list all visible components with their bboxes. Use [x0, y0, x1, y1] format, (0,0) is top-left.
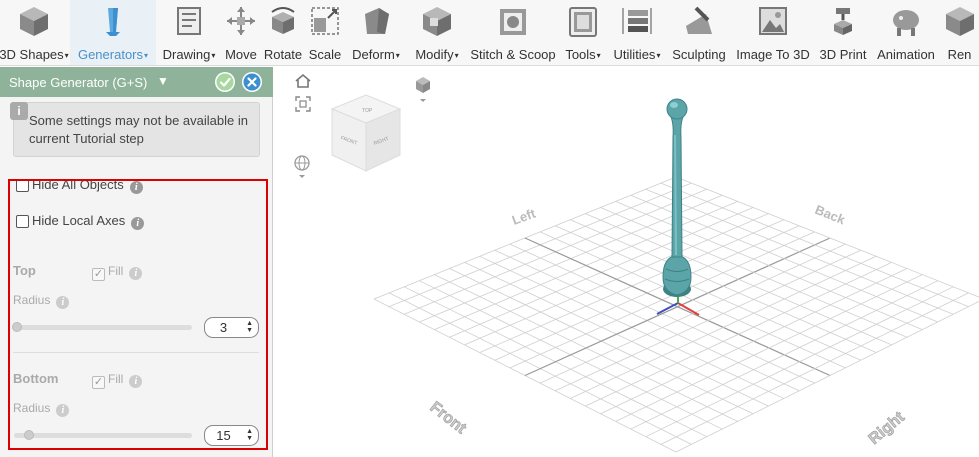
toolbar-animation-button[interactable]: Animation	[870, 0, 942, 65]
panel-title: Shape Generator (G+S)	[9, 75, 148, 90]
toolbar-label: Sculpting	[672, 47, 726, 62]
checkmark-icon	[216, 73, 234, 91]
stitch-scoop-icon	[500, 9, 526, 35]
toolbar-move-button[interactable]: Move	[222, 0, 260, 65]
toolbar-label: Rotate	[263, 47, 303, 62]
toolbar-label: 3D Shapes▾	[0, 47, 69, 62]
toolbar-label: Move	[225, 47, 257, 62]
cube-icon	[20, 7, 48, 36]
toolbar-label: Animation	[877, 47, 935, 62]
info-icon: i	[10, 102, 28, 120]
image-to-3d-icon	[759, 7, 787, 35]
dropdown-caret-icon: ▾	[211, 51, 216, 61]
utilities-icon	[622, 8, 652, 34]
modify-icon	[423, 7, 451, 36]
close-button[interactable]	[242, 72, 262, 92]
main-toolbar: 3D Shapes▾ Generators▾ Drawing▾ Move Rotate S…	[0, 0, 979, 66]
toolbar-label: Scale	[308, 47, 342, 62]
toolbar-label: Ren	[947, 47, 972, 62]
3d-viewport[interactable]: Left Back Front Right TOP FRONT RIGHT	[274, 67, 979, 457]
toolbar-sculpting-button[interactable]: Sculpting	[668, 0, 730, 65]
grid-line	[675, 176, 979, 298]
deform-icon	[365, 8, 389, 34]
sculpting-icon	[686, 6, 712, 34]
panel-menu-caret-icon[interactable]: ▼	[157, 74, 169, 88]
confirm-button[interactable]	[215, 72, 235, 92]
toolbar-label: 3D Print	[819, 47, 867, 62]
grid-line	[645, 188, 954, 315]
grid-line	[660, 292, 969, 445]
scale-icon	[311, 7, 339, 35]
drawing-icon	[177, 7, 201, 35]
render-icon	[945, 7, 974, 36]
grid-line	[645, 286, 954, 438]
animation-icon	[893, 10, 919, 36]
toolbar-deform-button[interactable]: Deform▾	[344, 0, 408, 65]
toolbar-drawing-button[interactable]: Drawing▾	[156, 0, 222, 65]
tutorial-highlight-box	[8, 179, 268, 450]
grid-label-right: Right	[866, 408, 909, 448]
toolbar-rotate-button[interactable]: Rotate	[260, 0, 306, 65]
grid-line	[675, 301, 979, 453]
toolbar-label: Generators▾	[77, 47, 149, 62]
notice-text: Some settings may not be available in cu…	[29, 113, 248, 146]
dropdown-caret-icon: ▾	[395, 51, 400, 61]
toolbar-label: Deform▾	[352, 47, 400, 62]
3d-print-icon	[834, 8, 852, 35]
view-options-icon[interactable]	[412, 75, 434, 105]
fit-view-icon[interactable]	[294, 95, 312, 113]
grid-line	[660, 182, 969, 308]
dropdown-caret-icon: ▾	[144, 51, 149, 61]
toolbar-label: Drawing▾	[162, 47, 216, 62]
toolbar-label: Modify▾	[415, 47, 459, 62]
toolbar-3d-shapes-button[interactable]: 3D Shapes▾	[0, 0, 70, 65]
dropdown-caret-icon: ▾	[64, 51, 69, 61]
rotate-icon	[271, 7, 295, 34]
toolbar-label: Image To 3D	[736, 47, 810, 62]
toolbar-label: Utilities▾	[613, 47, 661, 62]
toolbar-utilities-button[interactable]: Utilities▾	[606, 0, 668, 65]
toolbar-ren-button[interactable]: Ren	[942, 0, 977, 65]
home-icon[interactable]	[294, 73, 312, 89]
dropdown-caret-icon: ▾	[656, 51, 661, 61]
app-window: 3D Shapes▾ Generators▾ Drawing▾ Move Rotate S…	[0, 0, 979, 457]
close-icon	[243, 73, 261, 91]
move-icon	[227, 7, 255, 35]
grid-floor: Left Back Front Right TOP FRONT RIGHT	[330, 94, 979, 453]
dropdown-caret-icon: ▾	[596, 51, 601, 61]
toolbar-generators-button[interactable]: Generators▾	[70, 0, 156, 65]
tools-icon	[569, 7, 597, 37]
toolbar-label: Stitch & Scoop	[470, 47, 556, 62]
panel-header: Shape Generator (G+S) ▼	[0, 67, 273, 97]
view-cube[interactable]: TOP FRONT RIGHT	[330, 94, 402, 172]
grid-label-front: Front	[427, 399, 470, 438]
toolbar-tools-button[interactable]: Tools▾	[560, 0, 606, 65]
toolbar-scale-button[interactable]: Scale	[306, 0, 344, 65]
toolbar-image-to-3d-button[interactable]: Image To 3D	[730, 0, 816, 65]
dropdown-caret-icon: ▾	[454, 51, 459, 61]
grid-label-left: Left	[510, 205, 538, 227]
toolbar-modify-button[interactable]: Modify▾	[408, 0, 466, 65]
toolbar-stitch-scoop-button[interactable]: Stitch & Scoop	[466, 0, 560, 65]
generator-icon	[106, 8, 120, 36]
view-cube-top-label: TOP	[362, 108, 373, 114]
perspective-toggle-icon[interactable]	[292, 153, 312, 181]
tutorial-notice: i Some settings may not be available in …	[10, 102, 260, 157]
grid-label-back: Back	[813, 202, 848, 228]
toolbar-label: Tools▾	[565, 47, 601, 62]
toolbar-3d-print-button[interactable]: 3D Print	[816, 0, 870, 65]
